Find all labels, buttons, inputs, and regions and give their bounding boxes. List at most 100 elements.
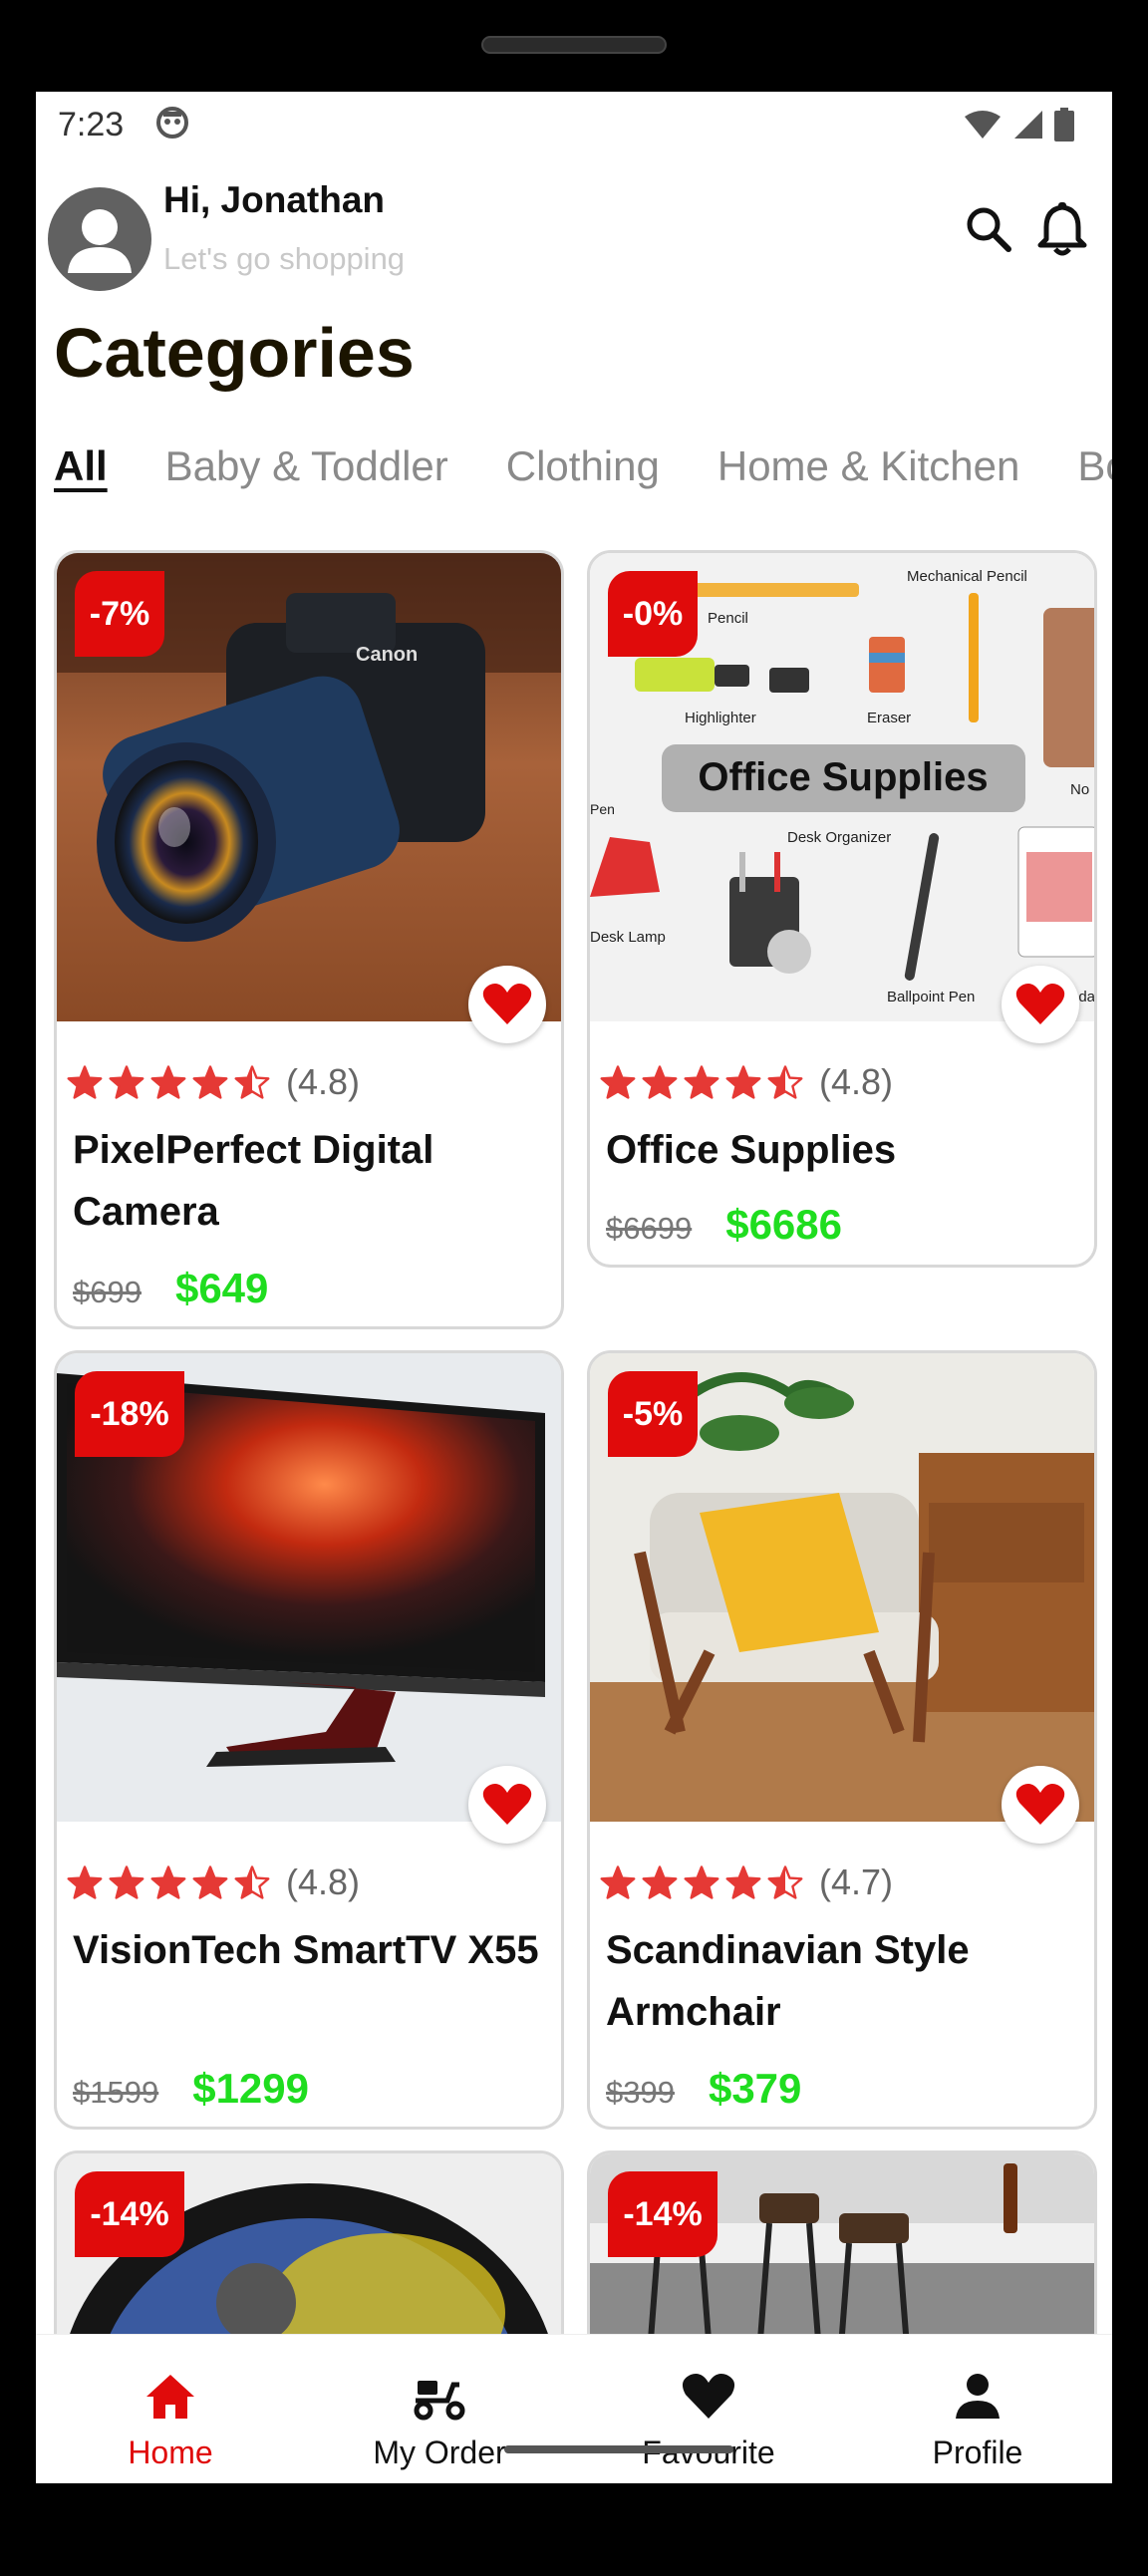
app-screen: 7:23 Hi, Jonathan Let's go shopping Cate… [36,92,1112,2483]
star-icon [642,1065,678,1099]
nav-label: Profile [932,2434,1023,2470]
nav-favourite[interactable]: Favourite [574,2335,843,2483]
star-icon [109,1865,144,1899]
star-icon [192,1065,228,1099]
battery-icon [1054,108,1074,142]
category-tabs: All Baby & Toddler Clothing Home & Kitch… [54,442,1112,490]
nav-label: Home [128,2434,213,2470]
svg-text:Ballpoint Pen: Ballpoint Pen [887,989,975,1005]
product-name: Office Supplies [606,1128,897,1172]
heart-icon [482,1784,532,1825]
wifi-icon [965,111,1001,139]
sale-price: $6686 [725,1201,843,1248]
greeting-text: Hi, Jonathan [163,179,386,220]
discount-badge: -14% [608,2171,718,2257]
product-rating: (4.8) [67,1061,360,1103]
product-prices: $399 $379 [606,2065,801,2113]
star-icon [192,1865,228,1899]
product-card[interactable]: -18% (4.8) VisionTech SmartTV X55 $1599 … [54,1350,564,2130]
status-time: 7:23 [58,106,125,143]
status-icons [963,108,1074,142]
sale-price: $649 [174,1265,269,1311]
product-card[interactable]: Canon -7% (4.8) PixelPerfect Digital Cam… [54,550,564,1329]
svg-text:Pencil: Pencil [708,610,748,627]
rating-value: (4.8) [286,1861,361,1902]
status-bar: 7:23 [36,92,1112,175]
sale-price: $1299 [192,2065,310,2112]
product-prices: $699 $649 [73,1265,268,1312]
original-price: $399 [606,2075,675,2110]
discount-badge: -7% [75,571,164,657]
discount-badge: -18% [75,1371,184,1457]
star-icon [725,1065,761,1099]
debug-icon [156,107,188,139]
star-icon [150,1865,186,1899]
tab-books[interactable]: Bo [1077,442,1112,490]
star-half-icon [767,1865,803,1899]
star-icon [67,1065,103,1099]
favourite-button[interactable] [468,966,546,1043]
star-half-icon [234,1865,270,1899]
original-price: $6699 [606,1211,693,1246]
rating-stars [67,1065,270,1099]
greeting-subtitle: Let's go shopping [163,241,406,276]
product-prices: $1599 $1299 [73,2065,309,2113]
rating-value: (4.8) [286,1061,361,1102]
original-price: $699 [73,1275,142,1309]
heart-icon [1015,1784,1065,1825]
original-price: $1599 [73,2075,159,2110]
nav-my-order[interactable]: My Order [305,2335,574,2483]
nav-profile[interactable]: Profile [843,2335,1112,2483]
rating-value: (4.7) [819,1861,894,1902]
star-half-icon [767,1065,803,1099]
nav-home[interactable]: Home [36,2335,305,2483]
notification-bell-icon[interactable] [1036,201,1088,257]
product-name: VisionTech SmartTV X55 [73,1928,539,1972]
user-avatar-icon [68,209,132,273]
rating-stars [67,1865,270,1899]
favourite-button[interactable] [1002,1766,1079,1844]
product-name: PixelPerfect Digital Camera [73,1128,434,1234]
svg-text:Desk Organizer: Desk Organizer [787,829,891,846]
delivery-scooter-icon [414,2381,465,2421]
home-icon [146,2375,194,2419]
bottom-navigation: Home My Order Favourite Profile [36,2334,1112,2483]
product-rating: (4.8) [67,1861,360,1903]
product-prices: $6699 $6686 [606,1201,842,1249]
svg-text:Highlighter: Highlighter [685,710,756,726]
rating-stars [600,1865,803,1899]
heart-icon [1015,984,1065,1024]
product-name: Scandinavian Style Armchair [606,1928,970,2034]
svg-text:Desk Lamp: Desk Lamp [590,929,666,946]
tab-clothing[interactable]: Clothing [506,442,660,490]
categories-title: Categories [54,314,415,392]
person-icon [956,2374,1000,2419]
heart-icon [682,2374,735,2419]
svg-text:Pen: Pen [590,801,615,817]
device-speaker [481,36,667,54]
search-icon[interactable] [963,203,1014,255]
rating-value: (4.8) [819,1061,894,1102]
product-grid: Canon -7% (4.8) PixelPerfect Digital Cam… [54,550,1097,2449]
tab-all[interactable]: All [54,442,108,490]
star-icon [684,1065,719,1099]
tab-baby-toddler[interactable]: Baby & Toddler [165,442,448,490]
svg-text:Eraser: Eraser [867,710,911,726]
discount-badge: -14% [75,2171,184,2257]
favourite-button[interactable] [468,1766,546,1844]
svg-text:Canon: Canon [356,644,418,666]
product-card[interactable]: Pencil Mechanical Pencil Highlighter Era… [587,550,1097,1268]
signal-icon [1014,111,1042,139]
product-rating: (4.8) [600,1061,893,1103]
svg-text:Mechanical Pencil: Mechanical Pencil [907,568,1027,585]
svg-text:Office Supplies: Office Supplies [698,755,988,799]
product-card[interactable]: -5% (4.7) Scandinavian Style Armchair $3… [587,1350,1097,2130]
gesture-bar[interactable] [504,2445,733,2453]
avatar[interactable] [48,187,151,291]
svg-text:No: No [1070,781,1089,798]
star-icon [600,1065,636,1099]
favourite-button[interactable] [1002,966,1079,1043]
tab-home-kitchen[interactable]: Home & Kitchen [718,442,1019,490]
star-icon [684,1865,719,1899]
discount-badge: -0% [608,571,698,657]
